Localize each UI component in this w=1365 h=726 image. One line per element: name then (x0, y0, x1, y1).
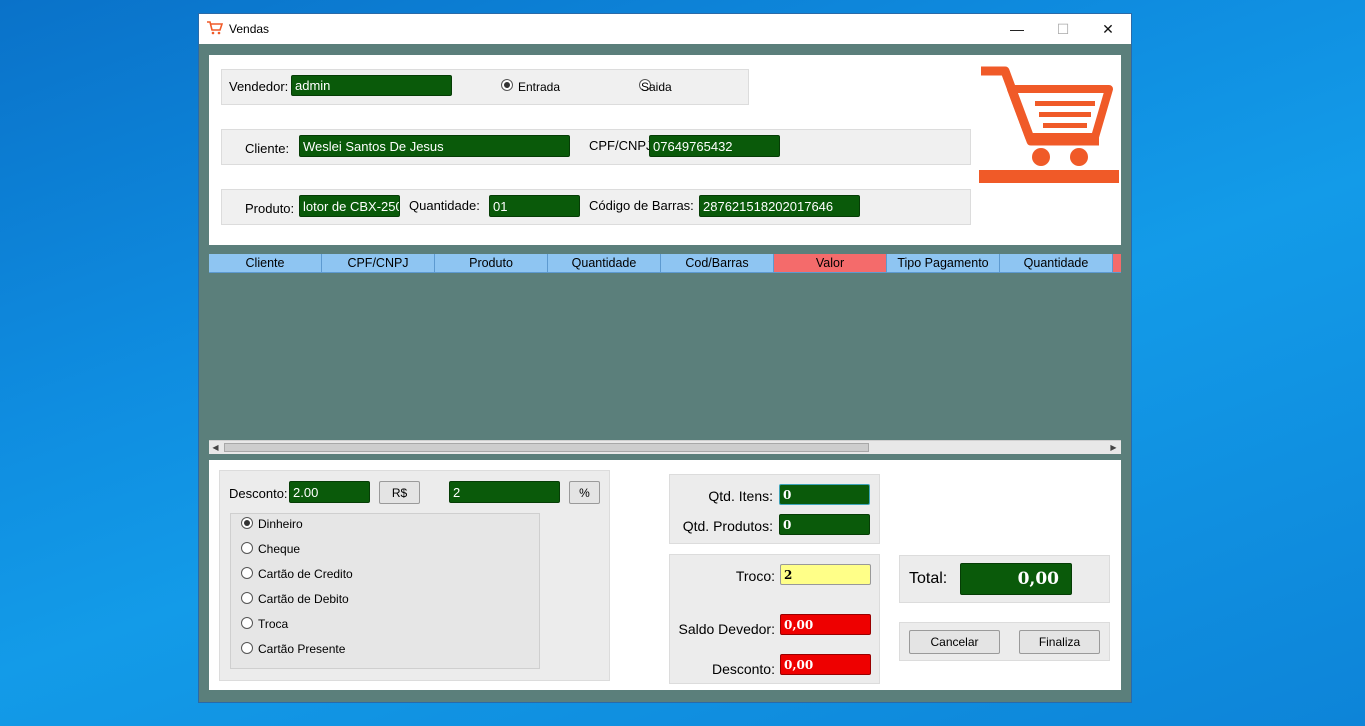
troca-radio[interactable] (241, 617, 253, 629)
shopping-cart-icon (979, 65, 1119, 183)
entrada-radio[interactable] (501, 79, 513, 91)
payment-panel: Desconto: 2.00 R$ 2 % Dinheiro Cheque Ca… (209, 460, 1121, 690)
produto-label: Produto: (245, 201, 295, 216)
maximize-button[interactable]: ☐ (1040, 14, 1086, 44)
cliente-group: Cliente: Weslei Santos De Jesus CPF/CNPJ… (221, 129, 971, 165)
vendedor-label: Vendedor: (229, 79, 289, 94)
produto-field[interactable]: lotor de CBX-250 (299, 195, 400, 217)
quantity-summary-group: Qtd. Itens: 0 Qtd. Produtos: 0 (669, 474, 880, 544)
sale-header-panel: Vendedor: admin Entrada Saida Cliente: W… (209, 55, 1121, 245)
cartao-presente-label: Cartão Presente (258, 642, 346, 656)
cancel-button[interactable]: Cancelar (909, 630, 1000, 654)
column-header-cliente[interactable]: Cliente (209, 254, 322, 273)
cpf-field[interactable]: 07649765432 (649, 135, 780, 157)
cheque-radio[interactable] (241, 542, 253, 554)
column-header-cpf[interactable]: CPF/CNPJ (322, 254, 435, 273)
vendedor-group: Vendedor: admin Entrada Saida (221, 69, 749, 105)
column-header-valor[interactable]: Valor (774, 254, 887, 273)
scroll-left-icon[interactable]: ◀ (209, 441, 222, 454)
total-field: 0,00 (960, 563, 1072, 595)
barcode-field[interactable]: 287621518202017646 (699, 195, 860, 217)
column-header-quantidade[interactable]: Quantidade (548, 254, 661, 273)
cartao-debito-radio[interactable] (241, 592, 253, 604)
quantidade-label: Quantidade: (409, 198, 480, 213)
desconto-total-label: Desconto: (711, 661, 775, 677)
cartao-presente-radio[interactable] (241, 642, 253, 654)
minimize-button[interactable]: — (994, 14, 1040, 44)
percent-button[interactable]: % (569, 481, 600, 504)
column-header-tipo-pagamento[interactable]: Tipo Pagamento (887, 254, 1000, 273)
dinheiro-radio[interactable] (241, 517, 253, 529)
column-header-overflow (1113, 254, 1121, 273)
saldo-devedor-label: Saldo Devedor: (678, 621, 775, 637)
column-header-codbarras[interactable]: Cod/Barras (661, 254, 774, 273)
troco-label: Troco: (735, 568, 775, 584)
sales-table[interactable]: Cliente CPF/CNPJ Produto Quantidade Cod/… (209, 254, 1121, 456)
horizontal-scrollbar[interactable]: ◀ ▶ (209, 440, 1121, 454)
qtd-itens-label: Qtd. Itens: (708, 488, 773, 504)
payment-methods-list: Dinheiro Cheque Cartão de Credito Cartão… (230, 513, 540, 669)
desconto-total-field[interactable]: 0,00 (780, 654, 871, 675)
total-group: Total: 0,00 (899, 555, 1110, 603)
vendedor-field[interactable]: admin (291, 75, 452, 96)
close-button[interactable]: ✕ (1085, 14, 1131, 44)
window-title: Vendas (229, 22, 270, 36)
percent-field[interactable]: 2 (449, 481, 560, 503)
produto-group: Produto: lotor de CBX-250 Quantidade: 01… (221, 189, 971, 225)
title-bar: Vendas — ☐ ✕ (199, 14, 1131, 44)
rs-button[interactable]: R$ (379, 481, 420, 504)
dinheiro-label: Dinheiro (258, 517, 303, 531)
scrollbar-thumb[interactable] (224, 443, 869, 452)
cartao-debito-label: Cartão de Debito (258, 592, 349, 606)
barcode-label: Código de Barras: (589, 198, 694, 213)
troco-field[interactable]: 2 (780, 564, 871, 585)
cheque-label: Cheque (258, 542, 301, 556)
saldo-devedor-field[interactable]: 0,00 (780, 614, 871, 635)
quantidade-field[interactable]: 01 (489, 195, 580, 217)
actions-group: Cancelar Finaliza (899, 622, 1110, 661)
troca-label: Troca (258, 617, 289, 631)
cart-app-icon (207, 21, 224, 35)
sales-window: Vendas — ☐ ✕ Vendedor: admin Entrada Sai… (198, 13, 1132, 703)
qtd-produtos-field[interactable]: 0 (779, 514, 870, 535)
cliente-field[interactable]: Weslei Santos De Jesus (299, 135, 570, 157)
total-label: Total: (909, 570, 948, 587)
column-header-quantidade-2[interactable]: Quantidade (1000, 254, 1113, 273)
cartao-credito-label: Cartão de Credito (258, 567, 353, 581)
cartao-credito-radio[interactable] (241, 567, 253, 579)
desconto-label: Desconto: (229, 486, 288, 501)
change-summary-group: Troco: 2 Saldo Devedor: 0,00 Desconto: 0… (669, 554, 880, 684)
cpf-label: CPF/CNPJ: (589, 138, 657, 153)
entrada-label: Entrada (518, 80, 561, 94)
qtd-produtos-label: Qtd. Produtos: (682, 518, 773, 534)
finish-button[interactable]: Finaliza (1019, 630, 1100, 654)
payment-group: Desconto: 2.00 R$ 2 % Dinheiro Cheque Ca… (219, 470, 610, 681)
desconto-field[interactable]: 2.00 (289, 481, 370, 503)
qtd-itens-field[interactable]: 0 (779, 484, 870, 505)
saida-label: Saida (641, 80, 672, 94)
cliente-label: Cliente: (245, 141, 290, 156)
scroll-right-icon[interactable]: ▶ (1107, 441, 1120, 454)
column-header-produto[interactable]: Produto (435, 254, 548, 273)
